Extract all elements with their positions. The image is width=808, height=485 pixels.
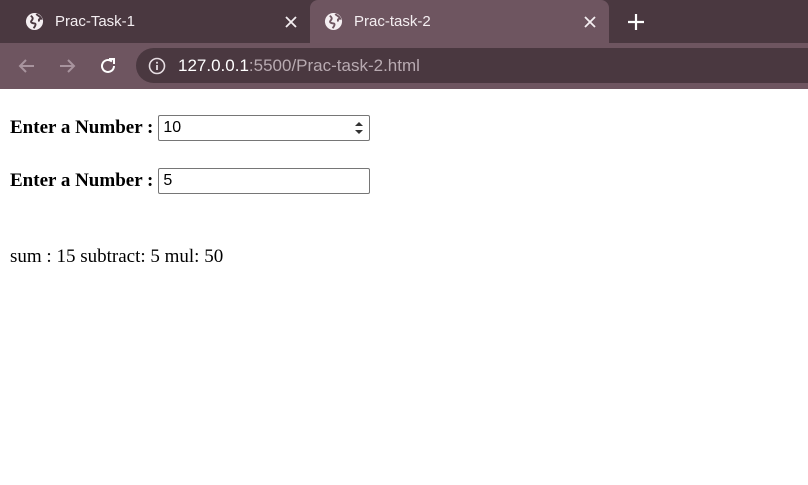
page-content: Enter a Number : Enter a Number : sum : … — [0, 89, 808, 485]
tab-title: Prac-task-2 — [354, 13, 431, 30]
second-number-input[interactable] — [158, 168, 371, 194]
first-number-wrapper — [158, 115, 371, 141]
number-spinner-icon[interactable] — [354, 120, 364, 136]
close-tab-icon[interactable] — [281, 12, 300, 31]
close-tab-icon[interactable] — [580, 12, 599, 31]
forward-arrow-icon[interactable] — [54, 53, 80, 79]
new-tab-plus-icon[interactable] — [624, 10, 648, 34]
first-number-label: Enter a Number : — [10, 117, 154, 138]
reload-icon[interactable] — [95, 53, 121, 79]
browser-toolbar: 127.0.0.1:5500/Prac-task-2.html — [0, 43, 808, 89]
globe-icon — [25, 12, 44, 31]
tab-title: Prac-Task-1 — [55, 13, 136, 30]
url-text[interactable]: 127.0.0.1:5500/Prac-task-2.html — [178, 56, 420, 76]
second-number-label: Enter a Number : — [10, 170, 154, 191]
tab-prac-task-1[interactable]: Prac-Task-1 — [0, 0, 310, 43]
result-text: sum : 15 subtract: 5 mul: 50 — [10, 246, 224, 267]
second-number-row: Enter a Number : — [10, 168, 371, 194]
first-number-row: Enter a Number : — [10, 115, 371, 141]
tab-strip: Prac-Task-1 Prac-task-2 — [0, 0, 808, 43]
url-path: :5500/Prac-task-2.html — [248, 56, 420, 75]
info-icon[interactable] — [148, 57, 166, 75]
tab-prac-task-2[interactable]: Prac-task-2 — [310, 0, 609, 43]
address-bar[interactable]: 127.0.0.1:5500/Prac-task-2.html — [136, 48, 808, 83]
back-arrow-icon[interactable] — [14, 53, 40, 79]
first-number-input[interactable] — [158, 115, 371, 141]
globe-icon — [324, 12, 343, 31]
url-host: 127.0.0.1 — [178, 56, 249, 75]
